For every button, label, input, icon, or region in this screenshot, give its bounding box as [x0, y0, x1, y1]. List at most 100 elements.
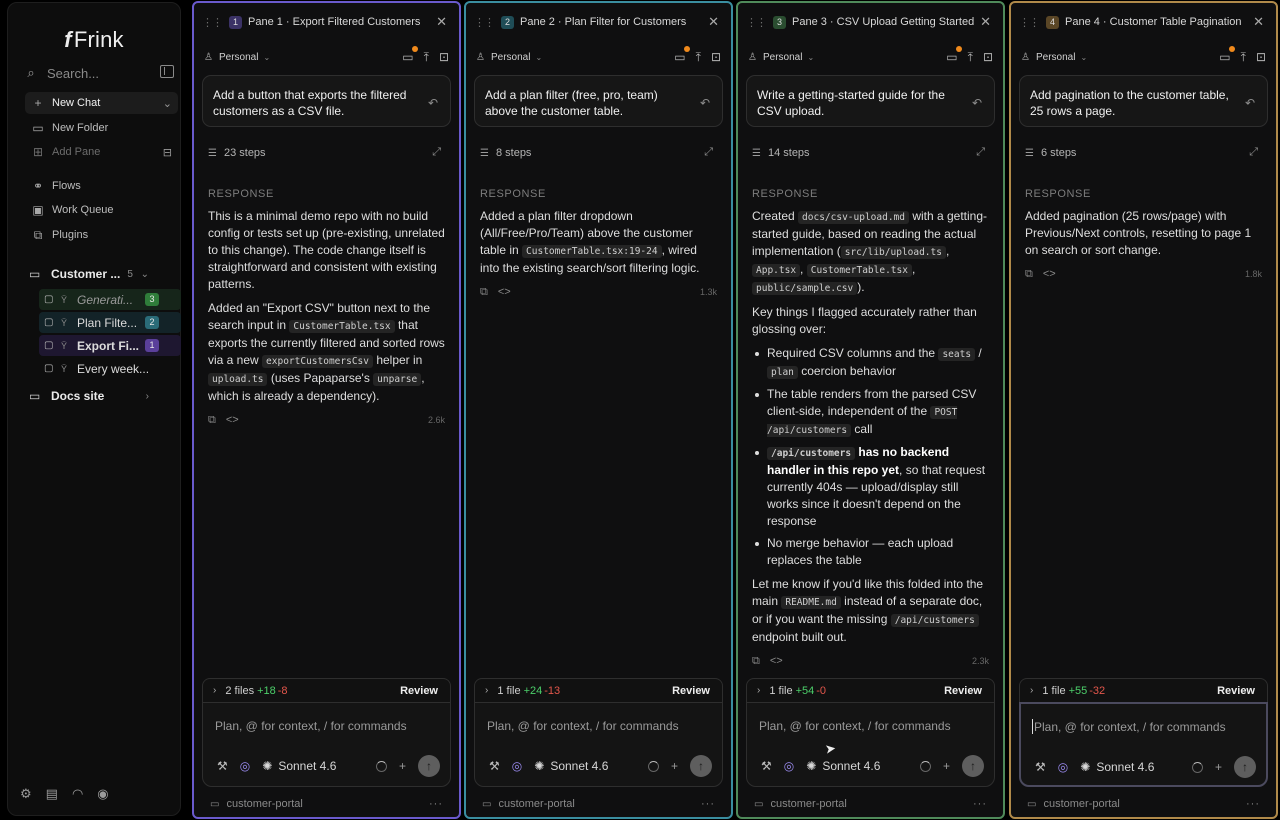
steps-toggle[interactable]: ☰ 23 steps	[208, 147, 266, 159]
upload-icon[interactable]: ⤒	[696, 50, 701, 65]
drag-handle-icon[interactable]: ⋮⋮	[746, 16, 767, 29]
code-icon[interactable]: <>	[770, 653, 783, 670]
split-pane-icon[interactable]: ⊟	[163, 146, 172, 159]
archive-icon[interactable]: ▤	[46, 786, 58, 802]
copy-icon[interactable]: ⧉	[1025, 266, 1033, 283]
chevron-down-icon[interactable]: ⌄	[263, 53, 270, 62]
collapse-sidebar-icon[interactable]	[160, 65, 174, 78]
chevron-down-icon[interactable]: ⌄	[807, 53, 814, 62]
sidebar-item-plugins[interactable]: ⧉ Plugins	[25, 224, 178, 246]
more-icon[interactable]: ···	[973, 798, 987, 810]
chat-item-3[interactable]: ▢ Ÿ Export Fi... 1	[39, 335, 181, 356]
chevron-right-icon[interactable]: ›	[146, 391, 149, 402]
expand-icon[interactable]: ⤢	[976, 146, 985, 159]
copy-icon[interactable]: ⧉	[752, 653, 760, 670]
more-icon[interactable]: ···	[701, 798, 715, 810]
sidebar-item-new-folder[interactable]: ▭ New Folder	[25, 117, 178, 139]
undo-icon[interactable]: ↶	[1245, 95, 1255, 111]
close-icon[interactable]: ✕	[436, 14, 447, 30]
drag-handle-icon[interactable]: ⋮⋮	[1019, 16, 1040, 29]
plus-icon[interactable]: +	[671, 759, 678, 773]
more-icon[interactable]: ···	[429, 798, 443, 810]
terminal-icon[interactable]: ⊡	[1256, 50, 1266, 65]
folder-icon[interactable]: ▭	[1219, 45, 1235, 65]
undo-icon[interactable]: ↶	[428, 95, 438, 111]
model-selector[interactable]: ✺ Sonnet 4.6	[806, 759, 880, 773]
upload-icon[interactable]: ⤒	[968, 50, 973, 65]
expand-icon[interactable]: ⤢	[432, 146, 441, 159]
files-changed-bar[interactable]: › 1 file +55 -32 Review	[1019, 678, 1268, 702]
review-button[interactable]: Review	[1217, 685, 1255, 697]
sidebar-item-add-pane[interactable]: ⊞ Add Pane ⊟	[25, 141, 178, 163]
plus-icon[interactable]: +	[1215, 760, 1222, 774]
drag-handle-icon[interactable]: ⋮⋮	[474, 16, 495, 29]
eye-toggle-icon[interactable]: ◎	[1058, 760, 1068, 774]
more-icon[interactable]: ···	[1246, 798, 1260, 810]
files-changed-bar[interactable]: › 2 files +18 -8 Review	[202, 678, 451, 702]
workspace-selector[interactable]: Personal	[763, 52, 802, 63]
files-changed-bar[interactable]: › 1 file +24 -13 Review	[474, 678, 723, 702]
workspace-selector[interactable]: Personal	[491, 52, 530, 63]
close-icon[interactable]: ✕	[708, 14, 719, 30]
files-changed-bar[interactable]: › 1 file +54 -0 Review	[746, 678, 995, 702]
search-input[interactable]: ⌕ Search...	[24, 61, 174, 85]
folder-icon[interactable]: ▭	[674, 45, 690, 65]
hammer-icon[interactable]: ⚒	[217, 759, 228, 773]
eye-toggle-icon[interactable]: ◎	[512, 759, 522, 773]
chevron-down-icon[interactable]: ⌄	[141, 269, 149, 280]
discord-icon[interactable]: ◉	[97, 786, 108, 802]
folder-icon[interactable]: ▭	[946, 45, 962, 65]
steps-toggle[interactable]: ☰ 8 steps	[480, 147, 531, 159]
send-button[interactable]: ↑	[418, 755, 440, 777]
terminal-icon[interactable]: ⊡	[983, 50, 993, 65]
project-folder[interactable]: customer-portal	[498, 798, 574, 810]
code-icon[interactable]: <>	[1043, 266, 1056, 283]
steps-toggle[interactable]: ☰ 14 steps	[752, 147, 810, 159]
close-icon[interactable]: ✕	[980, 14, 991, 30]
upload-icon[interactable]: ⤒	[424, 50, 429, 65]
plus-icon[interactable]: +	[399, 759, 406, 773]
chat-input[interactable]: Plan, @ for context, / for commands ⚒ ◎ …	[202, 702, 451, 787]
hammer-icon[interactable]: ⚒	[489, 759, 500, 773]
settings-icon[interactable]: ⚙	[20, 786, 32, 802]
hammer-icon[interactable]: ⚒	[1035, 760, 1046, 774]
hammer-icon[interactable]: ⚒	[761, 759, 772, 773]
upload-icon[interactable]: ⤒	[1241, 50, 1246, 65]
chat-item-2[interactable]: ▢ Ÿ Plan Filte... 2	[39, 312, 181, 333]
steps-toggle[interactable]: ☰ 6 steps	[1025, 147, 1076, 159]
plus-icon[interactable]: +	[943, 759, 950, 773]
send-button[interactable]: ↑	[962, 755, 984, 777]
project-folder[interactable]: customer-portal	[1043, 798, 1119, 810]
chevron-down-icon[interactable]: ⌄	[163, 97, 172, 110]
model-selector[interactable]: ✺ Sonnet 4.6	[534, 759, 608, 773]
send-button[interactable]: ↑	[690, 755, 712, 777]
close-icon[interactable]: ✕	[1253, 14, 1264, 30]
eye-toggle-icon[interactable]: ◎	[784, 759, 794, 773]
workspace-selector[interactable]: Personal	[1036, 52, 1075, 63]
copy-icon[interactable]: ⧉	[480, 284, 488, 301]
sidebar-item-flows[interactable]: ⚭ Flows	[25, 175, 178, 197]
send-button[interactable]: ↑	[1234, 756, 1256, 778]
chat-item-1[interactable]: ▢ Ÿ Generati... 3	[39, 289, 181, 310]
sidebar-item-work-queue[interactable]: ▣ Work Queue	[25, 199, 178, 221]
terminal-icon[interactable]: ⊡	[439, 50, 449, 65]
chat-input[interactable]: Plan, @ for context, / for commands ⚒ ◎ …	[474, 702, 723, 787]
undo-icon[interactable]: ↶	[700, 95, 710, 111]
chevron-down-icon[interactable]: ⌄	[535, 53, 542, 62]
model-selector[interactable]: ✺ Sonnet 4.6	[262, 759, 336, 773]
folder-docs-site[interactable]: ▭ Docs site ›	[29, 385, 179, 407]
review-button[interactable]: Review	[400, 685, 438, 697]
copy-icon[interactable]: ⧉	[208, 412, 216, 429]
review-button[interactable]: Review	[944, 685, 982, 697]
help-icon[interactable]: ◠	[72, 786, 83, 802]
drag-handle-icon[interactable]: ⋮⋮	[202, 16, 223, 29]
model-selector[interactable]: ✺ Sonnet 4.6	[1080, 760, 1154, 774]
code-icon[interactable]: <>	[498, 284, 511, 301]
folder-icon[interactable]: ▭	[402, 45, 418, 65]
chevron-down-icon[interactable]: ⌄	[1080, 53, 1087, 62]
terminal-icon[interactable]: ⊡	[711, 50, 721, 65]
review-button[interactable]: Review	[672, 685, 710, 697]
expand-icon[interactable]: ⤢	[1249, 146, 1258, 159]
expand-icon[interactable]: ⤢	[704, 146, 713, 159]
chat-item-4[interactable]: ▢ Ÿ Every week...	[39, 358, 181, 379]
